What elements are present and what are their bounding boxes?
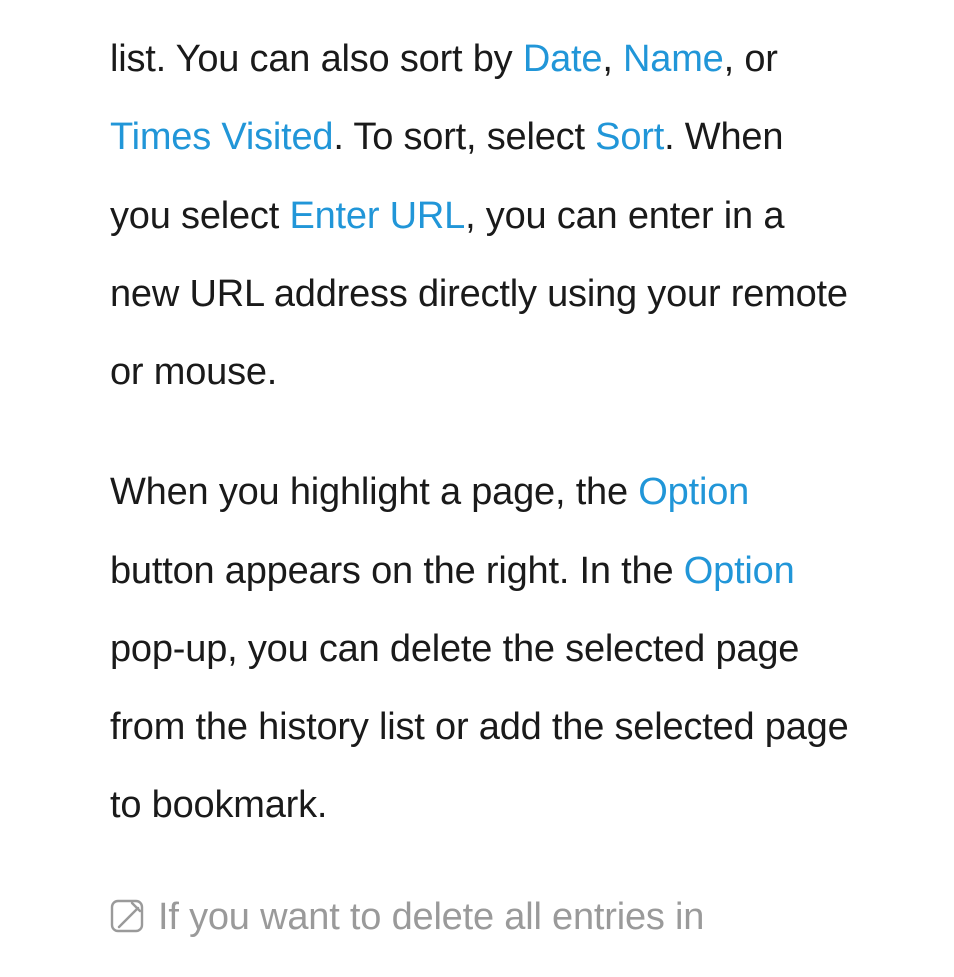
highlight-times-visited: Times Visited xyxy=(110,116,333,158)
text: , xyxy=(602,38,623,80)
highlight-enter-url: Enter URL xyxy=(289,195,465,237)
text: . To sort, select xyxy=(333,116,595,158)
text: , or xyxy=(724,38,778,80)
highlight-name: Name xyxy=(623,38,724,80)
note-icon xyxy=(110,899,144,938)
note: If you want to delete all entries in xyxy=(110,889,854,946)
text: pop-up, you can delete the selected page… xyxy=(110,628,849,827)
text: button appears on the right. In the xyxy=(110,550,684,592)
text: list. You can also sort by xyxy=(110,38,523,80)
text: When you highlight a page, the xyxy=(110,471,638,513)
highlight-option: Option xyxy=(638,471,749,513)
highlight-sort: Sort xyxy=(595,116,664,158)
paragraph-option-popup: When you highlight a page, the Option bu… xyxy=(110,453,854,844)
paragraph-sort-enter-url: list. You can also sort by Date, Name, o… xyxy=(110,20,854,411)
note-text: If you want to delete all entries in xyxy=(158,889,704,946)
highlight-option: Option xyxy=(684,550,795,592)
highlight-date: Date xyxy=(523,38,602,80)
